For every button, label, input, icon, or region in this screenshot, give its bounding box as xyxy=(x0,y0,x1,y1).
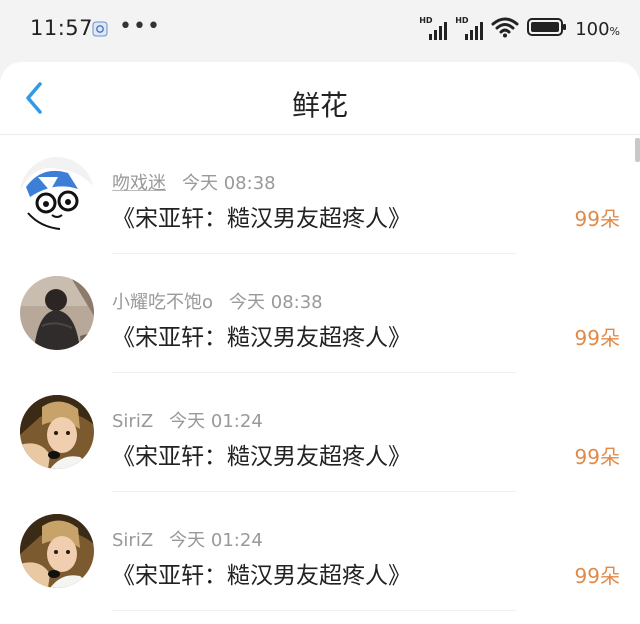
user-name[interactable]: SiriZ xyxy=(112,411,153,432)
user-name[interactable]: 吻戏迷 xyxy=(112,173,166,194)
avatar[interactable] xyxy=(20,276,94,350)
book-title[interactable]: 《宋亚轩：糙汉男友超疼人》 xyxy=(112,556,411,590)
flower-gift-list[interactable]: 吻戏迷 今天 08:38 《宋亚轩：糙汉男友超疼人》 99朵 小耀吃不饱o 今天 0… xyxy=(0,135,640,624)
nav-header: 鲜花 xyxy=(0,62,640,135)
flower-amount: 99朵 xyxy=(574,207,620,231)
user-name[interactable]: SiriZ xyxy=(112,530,153,551)
status-time: 11:57 xyxy=(30,16,94,40)
more-notifications-icon: ••• xyxy=(119,14,161,39)
battery-percentage: 100% xyxy=(575,18,620,40)
flower-amount: 99朵 xyxy=(574,326,620,350)
flower-amount: 99朵 xyxy=(574,445,620,469)
list-item[interactable]: SiriZ 今天 01:24 《宋亚轩：糙汉男友超疼人》 99朵 xyxy=(0,492,640,611)
avatar[interactable] xyxy=(20,157,94,231)
book-title[interactable]: 《宋亚轩：糙汉男友超疼人》 xyxy=(112,199,411,233)
list-item[interactable]: 吻戏迷 今天 08:38 《宋亚轩：糙汉男友超疼人》 99朵 xyxy=(0,135,640,254)
record-time: 今天 01:24 xyxy=(169,411,263,432)
flower-amount: 99朵 xyxy=(574,564,620,588)
avatar[interactable] xyxy=(20,514,94,588)
signal-icon: HD xyxy=(419,16,448,40)
signal-icon: HD xyxy=(455,16,484,40)
record-meta: 小耀吃不饱o 今天 08:38 xyxy=(112,288,323,314)
list-item[interactable]: SiriZ 今天 01:24 《宋亚轩：糙汉男友超疼人》 99朵 xyxy=(0,373,640,492)
divider xyxy=(112,610,516,611)
record-meta: SiriZ 今天 01:24 xyxy=(112,407,263,433)
app-notification-icon xyxy=(92,21,108,37)
list-item[interactable]: 小耀吃不饱o 今天 08:38 《宋亚轩：糙汉男友超疼人》 99朵 xyxy=(0,254,640,373)
record-time: 今天 01:24 xyxy=(169,530,263,551)
record-meta: 吻戏迷 今天 08:38 xyxy=(112,169,276,195)
record-time: 今天 08:38 xyxy=(229,292,323,313)
battery-icon xyxy=(527,17,567,41)
record-meta: SiriZ 今天 01:24 xyxy=(112,526,263,552)
book-title[interactable]: 《宋亚轩：糙汉男友超疼人》 xyxy=(112,437,411,471)
wifi-icon xyxy=(491,16,519,42)
user-name[interactable]: 小耀吃不饱o xyxy=(112,292,213,313)
page-title: 鲜花 xyxy=(291,89,348,122)
record-time: 今天 08:38 xyxy=(182,173,276,194)
status-bar: 11:57 ••• HD HD 100% xyxy=(0,0,640,60)
book-title[interactable]: 《宋亚轩：糙汉男友超疼人》 xyxy=(112,318,411,352)
avatar[interactable] xyxy=(20,395,94,469)
status-indicators: HD HD 100% xyxy=(419,16,620,42)
